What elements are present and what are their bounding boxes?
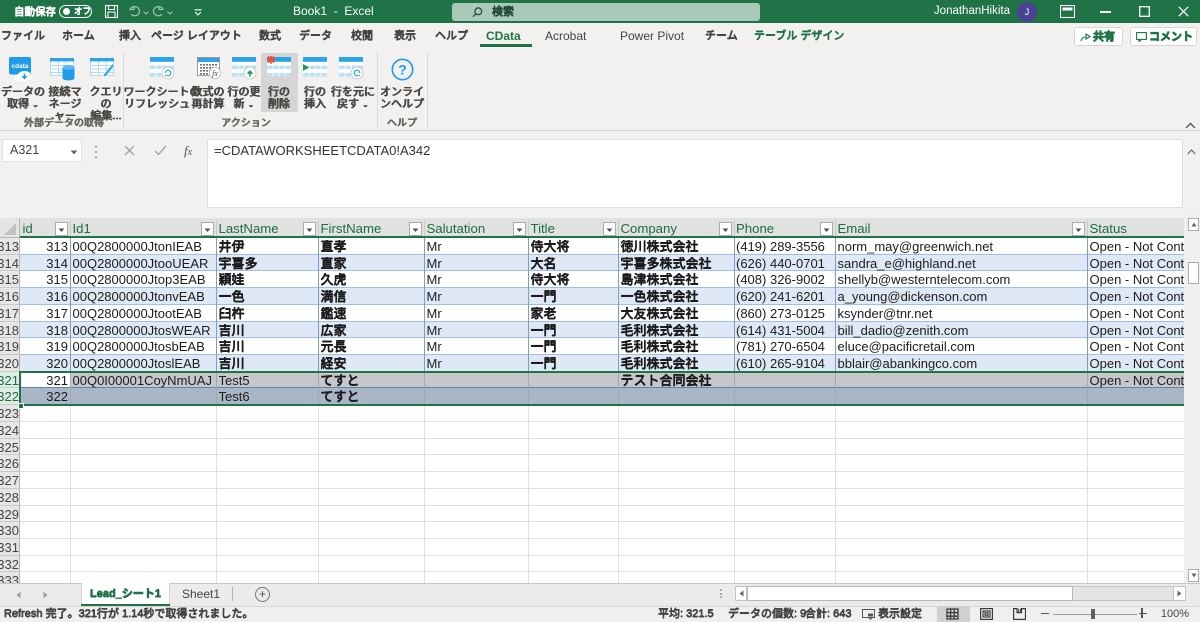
svg-text:fx: fx <box>212 69 218 78</box>
svg-text:?: ? <box>398 62 407 78</box>
svg-text:cdata: cdata <box>12 63 29 70</box>
